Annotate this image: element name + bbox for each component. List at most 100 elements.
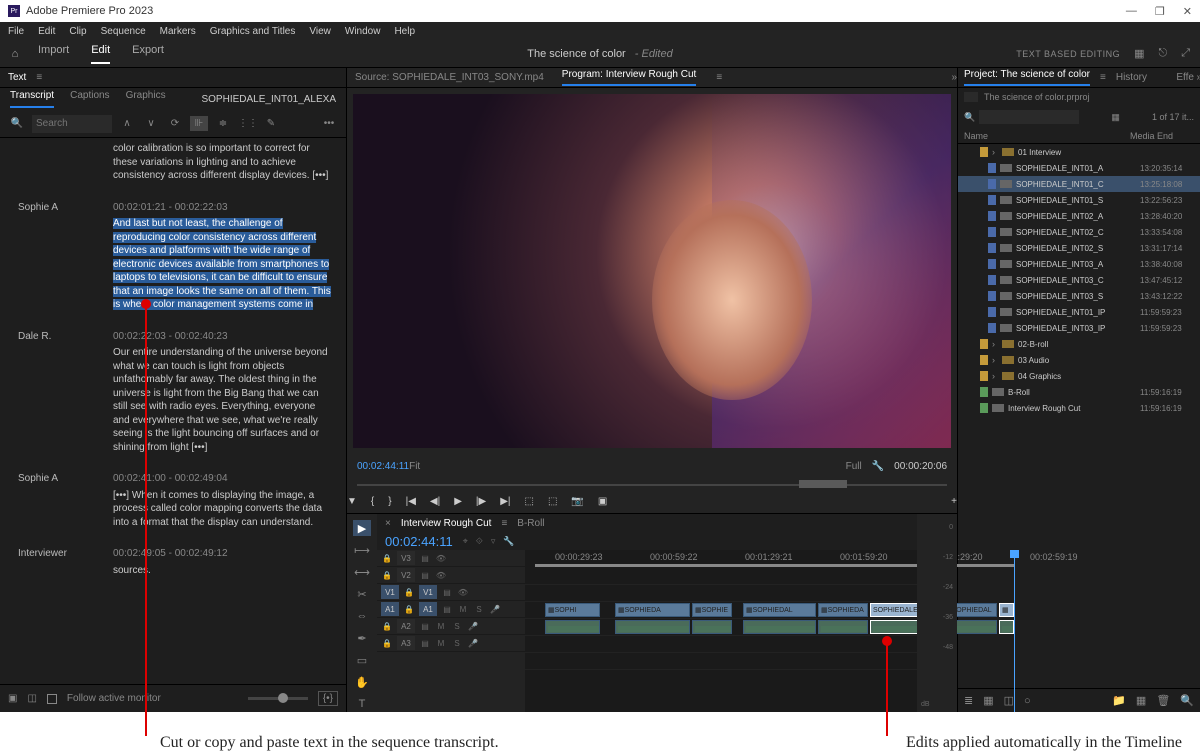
fit-dropdown[interactable]: Fit <box>409 461 420 472</box>
quick-export-icon[interactable]: ▦ <box>1134 47 1144 60</box>
step-back-icon[interactable]: ◀| <box>430 496 440 507</box>
program-timecode-left[interactable]: 00:02:44:11 <box>357 461 409 472</box>
track-a2-label[interactable]: A2 <box>397 619 415 633</box>
follow-monitor-checkbox[interactable] <box>47 694 57 704</box>
filter-pauses-icon[interactable]: ⊪ <box>190 116 208 131</box>
add-marker-icon[interactable]: ▼ <box>347 496 357 507</box>
linked-selection-icon[interactable]: ⟐ <box>476 536 483 547</box>
timeline-audio-clip[interactable] <box>818 620 868 634</box>
transcript-partial-text[interactable]: color calibration is so important to cor… <box>113 142 334 183</box>
menu-file[interactable]: File <box>8 26 24 37</box>
new-caption-icon[interactable]: ▣ <box>8 693 17 704</box>
mode-export[interactable]: Export <box>132 44 164 64</box>
project-item[interactable]: Interview Rough Cut11:59:16:19 <box>958 400 1200 416</box>
play-button[interactable]: ▶ <box>454 496 462 507</box>
menu-sequence[interactable]: Sequence <box>101 26 146 37</box>
prev-result-icon[interactable]: ∧ <box>118 118 136 129</box>
program-scrub-bar[interactable] <box>357 480 947 490</box>
transcript-tab[interactable]: Transcript <box>10 90 54 108</box>
timeline-body[interactable]: 00:00:29:23 00:00:59:22 00:01:29:21 00:0… <box>525 550 917 712</box>
project-item[interactable]: SOPHIEDALE_INT03_IP11:59:59:23 <box>958 320 1200 336</box>
go-to-out-icon[interactable]: ▶| <box>500 496 510 507</box>
column-name[interactable]: Name <box>964 131 1130 141</box>
project-item[interactable]: SOPHIEDALE_INT01_A13:20:35:14 <box>958 160 1200 176</box>
timeline-audio-clip[interactable] <box>692 620 732 634</box>
project-item[interactable]: ›02-B-roll <box>958 336 1200 352</box>
timeline-menu-icon[interactable]: ≡ <box>501 518 507 529</box>
mode-import[interactable]: Import <box>38 44 69 64</box>
more-options-icon[interactable]: ••• <box>320 118 338 129</box>
type-tool[interactable]: T <box>353 696 371 712</box>
project-item[interactable]: SOPHIEDALE_INT01_C13:25:18:08 <box>958 176 1200 192</box>
razor-tool[interactable]: ✂ <box>353 586 371 602</box>
project-tab[interactable]: Project: The science of color <box>964 69 1090 86</box>
timeline-tab-active[interactable]: Interview Rough Cut <box>401 518 492 529</box>
close-button[interactable]: ✕ <box>1183 5 1192 18</box>
home-button[interactable]: ⌂ <box>0 48 30 60</box>
column-media-end[interactable]: Media End <box>1130 131 1200 141</box>
new-bin-icon[interactable]: 📁 <box>1112 694 1126 707</box>
lift-icon[interactable]: ⬚ <box>524 496 533 507</box>
program-monitor-viewer[interactable] <box>353 94 951 448</box>
options-button[interactable]: {•} <box>318 691 338 706</box>
menu-markers[interactable]: Markers <box>160 26 196 37</box>
settings-icon[interactable]: 🔧 <box>503 536 514 547</box>
timeline-clip[interactable]: ▦ SOPHIEDAL <box>743 603 816 617</box>
track-a3-label[interactable]: A3 <box>397 636 415 650</box>
overflow-icon[interactable]: » <box>1196 72 1200 83</box>
source-monitor-label[interactable]: Source: SOPHIEDALE_INT03_SONY.mp4 <box>355 72 544 83</box>
text-panel-tab[interactable]: Text <box>8 72 26 83</box>
extract-icon[interactable]: ⬚ <box>548 496 557 507</box>
timeline-clip[interactable]: ▦ SOPHIEDA <box>818 603 868 617</box>
close-sequence-icon[interactable]: × <box>385 518 391 529</box>
track-v2-label[interactable]: V2 <box>397 568 415 582</box>
comparison-icon[interactable]: ▣ <box>598 496 607 507</box>
track-v1-label[interactable]: V1 <box>419 585 437 599</box>
timeline-clip[interactable]: ▦ SOPHIEDA <box>615 603 690 617</box>
mark-in-icon[interactable]: { <box>371 496 374 507</box>
snap-icon[interactable]: ⌖ <box>463 536 468 547</box>
freeform-view-icon[interactable]: ◫ <box>1004 694 1014 707</box>
project-search-input[interactable] <box>979 110 1079 124</box>
step-forward-icon[interactable]: |▶ <box>476 496 486 507</box>
project-menu-icon[interactable]: ≡ <box>1100 72 1106 83</box>
program-monitor-tab[interactable]: Program: Interview Rough Cut <box>562 69 697 86</box>
project-item[interactable]: SOPHIEDALE_INT01_IP11:59:59:23 <box>958 304 1200 320</box>
rectangle-tool[interactable]: ▭ <box>353 652 371 668</box>
settings-icon[interactable]: 🔧 <box>872 461 884 472</box>
text-based-editing-label[interactable]: TEXT BASED EDITING <box>1016 49 1120 59</box>
timeline-clip[interactable]: ▦ SOPHIE <box>692 603 732 617</box>
graphics-tab[interactable]: Graphics <box>126 90 166 108</box>
project-item[interactable]: B-Roll11:59:16:19 <box>958 384 1200 400</box>
icon-view-icon[interactable]: ▦ <box>983 694 993 707</box>
fullscreen-icon[interactable]: ⤢ <box>1181 47 1190 60</box>
selection-tool[interactable]: ▶ <box>353 520 371 536</box>
layout-icon[interactable]: ◫ <box>27 693 36 704</box>
menu-clip[interactable]: Clip <box>69 26 86 37</box>
full-dropdown[interactable]: Full <box>846 461 862 472</box>
timeline-audio-clip[interactable] <box>545 620 600 634</box>
thumbnail-icon[interactable]: ▦ <box>1111 112 1120 123</box>
menu-graphics[interactable]: Graphics and Titles <box>210 26 296 37</box>
program-menu-icon[interactable]: ≡ <box>716 72 722 83</box>
slip-tool[interactable]: ⇔ <box>353 608 371 624</box>
pen-tool[interactable]: ✒ <box>353 630 371 646</box>
project-search-icon[interactable]: 🔍 <box>964 112 975 123</box>
timeline-tab[interactable]: B-Roll <box>517 518 544 529</box>
timeline-playhead[interactable] <box>1014 550 1015 712</box>
transcript-body[interactable]: color calibration is so important to cor… <box>0 138 346 684</box>
delete-icon[interactable]: 🗑 <box>1156 694 1170 707</box>
mark-out-icon[interactable]: } <box>388 496 391 507</box>
effects-tab-overflow[interactable]: Effe <box>1176 72 1194 83</box>
filter-icon[interactable]: ≑ <box>214 118 232 129</box>
project-item[interactable]: SOPHIEDALE_INT03_S13:43:12:22 <box>958 288 1200 304</box>
minimize-button[interactable]: — <box>1126 5 1137 18</box>
project-item[interactable]: SOPHIEDALE_INT02_C13:33:54:08 <box>958 224 1200 240</box>
project-item[interactable]: SOPHIEDALE_INT03_C13:47:45:12 <box>958 272 1200 288</box>
menu-edit[interactable]: Edit <box>38 26 55 37</box>
transcript-search-input[interactable] <box>32 115 112 133</box>
project-item[interactable]: ›04 Graphics <box>958 368 1200 384</box>
project-item[interactable]: ›03 Audio <box>958 352 1200 368</box>
captions-tab[interactable]: Captions <box>70 90 109 108</box>
timeline-timecode[interactable]: 00:02:44:11 <box>385 534 453 549</box>
